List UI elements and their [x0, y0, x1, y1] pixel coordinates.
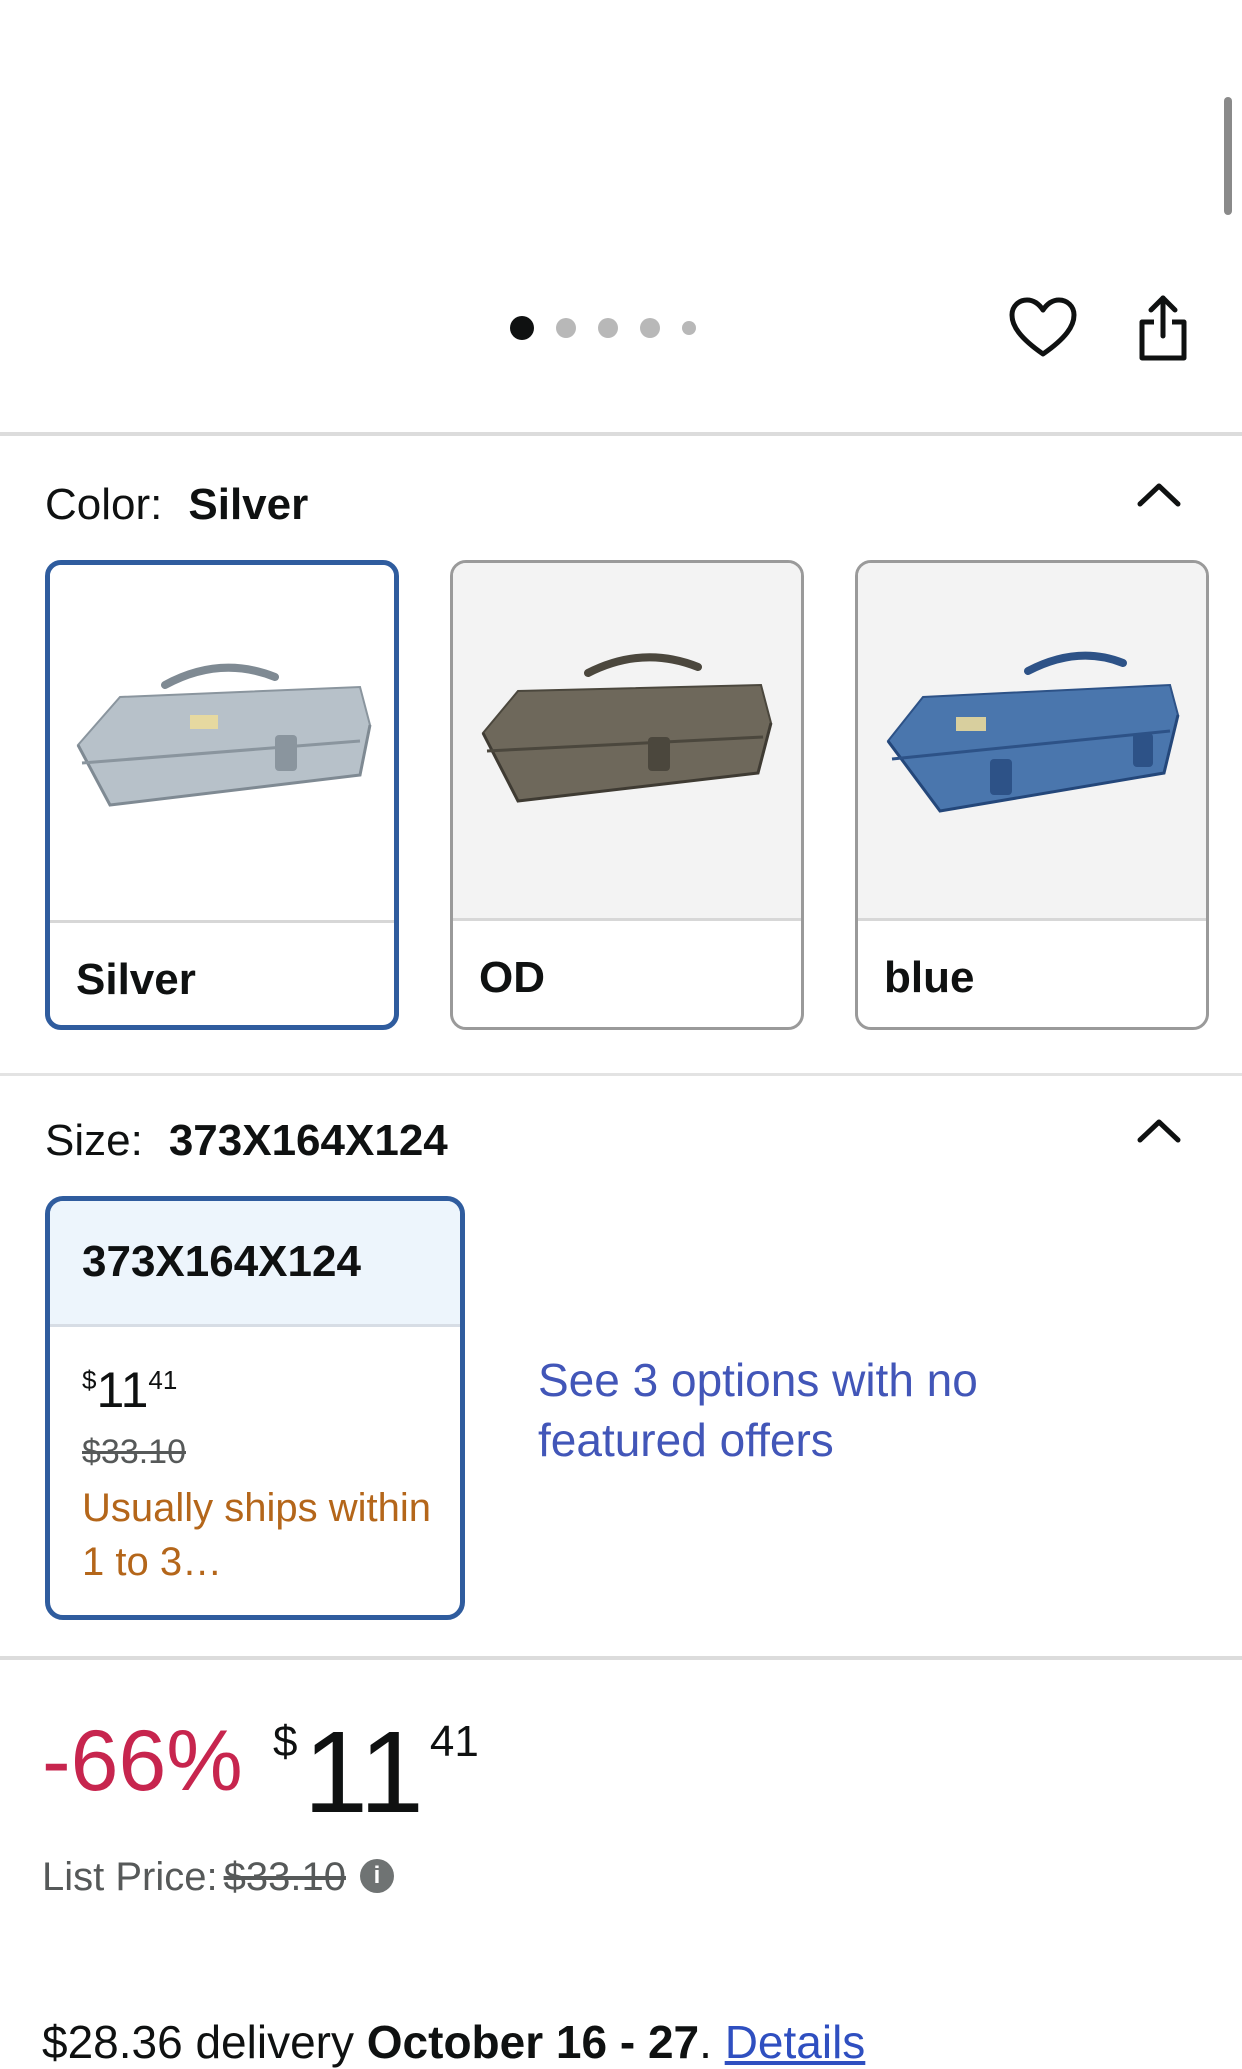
delivery-line: $28.36 delivery October 16 - 27. Details: [42, 2015, 865, 2069]
toolbox-silver-image: [76, 663, 372, 807]
delivery-date: October 16 - 27: [366, 2016, 700, 2068]
color-selected-value: Silver: [188, 480, 309, 529]
chevron-up-icon[interactable]: [1134, 1114, 1184, 1146]
image-pagination-dots[interactable]: [510, 313, 696, 343]
pagination-dot[interactable]: [556, 318, 576, 338]
delivery-details-link[interactable]: Details: [725, 2016, 866, 2068]
pagination-dot[interactable]: [598, 318, 618, 338]
swatch-divider: [858, 918, 1206, 921]
swatch-divider: [50, 920, 394, 923]
swatch-image: [453, 563, 801, 918]
section-divider: [0, 432, 1242, 436]
size-card-title: 373X164X124: [82, 1237, 361, 1286]
share-icon[interactable]: [1134, 292, 1192, 364]
size-card-price: $1141: [82, 1361, 177, 1419]
discount-percent: -66%: [42, 1713, 243, 1809]
swatch-image: [50, 565, 394, 920]
delivery-fee: $28.36 delivery: [42, 2016, 354, 2068]
scrollbar[interactable]: [1224, 97, 1232, 215]
pagination-dot[interactable]: [510, 316, 534, 340]
color-label: Color:: [45, 480, 163, 529]
color-option-blue[interactable]: blue: [855, 560, 1209, 1030]
size-card-list-price: $33.10: [82, 1433, 186, 1471]
list-price-row: List Price: $33.10 i: [42, 1855, 394, 1900]
toolbox-blue-image: [886, 651, 1180, 813]
list-price-value: $33.10: [223, 1855, 346, 1899]
swatch-divider: [453, 918, 801, 921]
color-option-od[interactable]: OD: [450, 560, 804, 1030]
color-section-label: Color: Silver: [45, 480, 308, 530]
see-options-link[interactable]: See 3 options with no featured offers: [538, 1350, 1018, 1470]
size-card-shipping-note: Usually ships within 1 to 3…: [82, 1486, 432, 1584]
pagination-dot[interactable]: [682, 321, 696, 335]
toolbox-od-image: [481, 653, 773, 803]
swatch-label: OD: [479, 953, 545, 1002]
price-whole: 11: [96, 1362, 149, 1418]
size-label: Size:: [45, 1116, 143, 1165]
section-divider: [0, 1073, 1242, 1076]
price-whole: 11: [303, 1707, 424, 1837]
price-fraction: 41: [148, 1365, 178, 1395]
delivery-punctuation: .: [699, 2016, 712, 2068]
list-price-label: List Price:: [42, 1855, 218, 1899]
section-divider: [0, 1656, 1242, 1660]
price-symbol: $: [82, 1365, 97, 1395]
size-selected-value: 373X164X124: [168, 1116, 448, 1165]
price-symbol: $: [273, 1717, 298, 1766]
current-price: $11 41: [273, 1705, 479, 1839]
color-option-silver[interactable]: Silver: [45, 560, 399, 1030]
swatch-label: blue: [884, 953, 975, 1002]
swatch-label: Silver: [76, 955, 196, 1004]
price-fraction: 41: [429, 1717, 479, 1766]
pagination-dot[interactable]: [640, 318, 660, 338]
chevron-up-icon[interactable]: [1134, 478, 1184, 510]
heart-icon[interactable]: [1008, 296, 1078, 360]
size-option-card[interactable]: 373X164X124 $1141 $33.10 Usually ships w…: [45, 1196, 465, 1620]
info-icon[interactable]: i: [359, 1859, 394, 1894]
swatch-image: [858, 563, 1206, 918]
size-section-label: Size: 373X164X124: [45, 1116, 448, 1166]
